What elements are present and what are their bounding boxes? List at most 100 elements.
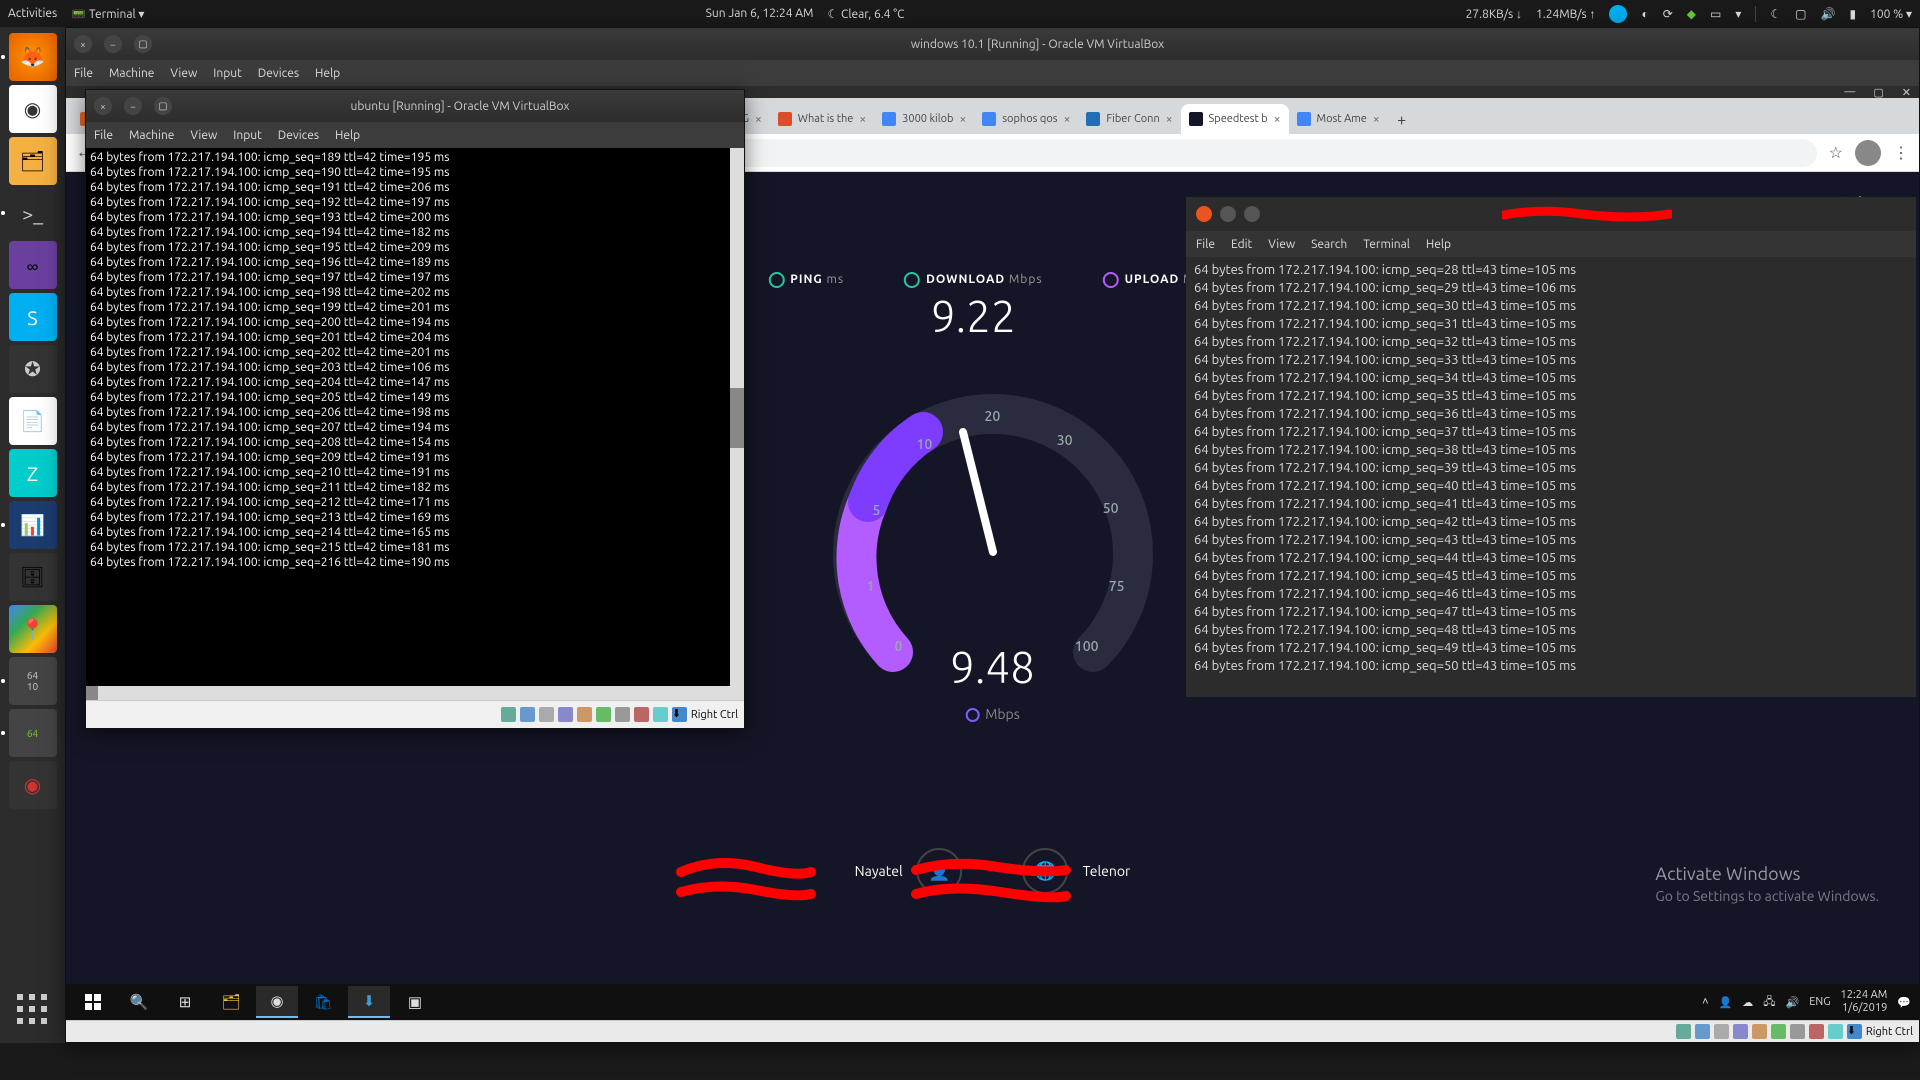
app-menu[interactable]: 📟 Terminal ▾: [71, 7, 144, 21]
menu-edit[interactable]: Edit: [1231, 238, 1252, 251]
chrome-tab[interactable]: What is the×: [770, 104, 874, 134]
tray-sync-icon[interactable]: ⟳: [1663, 7, 1673, 21]
tray-volume-icon[interactable]: 🔊: [1786, 996, 1800, 1009]
gnome-terminal-window[interactable]: File Edit View Search Terminal Help 64 b…: [1186, 197, 1916, 697]
chrome-tab[interactable]: 3000 kilob×: [874, 104, 974, 134]
launcher-files-icon[interactable]: 🗂: [9, 137, 57, 185]
network-icon[interactable]: ▢: [1795, 7, 1806, 21]
menu-file[interactable]: File: [1196, 238, 1215, 251]
task-view-button[interactable]: ⊞: [164, 986, 206, 1018]
menu-machine[interactable]: Machine: [129, 129, 174, 142]
taskbar-clock[interactable]: 12:24 AM1/6/2019: [1841, 989, 1888, 1015]
menu-help[interactable]: Help: [1426, 238, 1451, 251]
start-button[interactable]: [72, 986, 114, 1018]
store-button[interactable]: 🛍: [302, 986, 344, 1018]
vbox-ubuntu-window[interactable]: × − ▢ ubuntu [Running] - Oracle VM Virtu…: [85, 89, 745, 729]
launcher-note-icon[interactable]: 📄: [9, 397, 57, 445]
launcher-record-icon[interactable]: ◉: [9, 761, 57, 809]
qbittorrent-button[interactable]: ⬇: [348, 986, 390, 1018]
chrome-taskbar-button[interactable]: ◉: [256, 986, 298, 1018]
ubuntu-hscrollbar[interactable]: [86, 686, 730, 700]
tray-onedrive-icon[interactable]: ☁: [1742, 996, 1753, 1009]
menu-terminal[interactable]: Terminal: [1363, 238, 1410, 251]
scrollbar-thumb[interactable]: [86, 686, 98, 700]
chrome-tab[interactable]: Fiber Conn×: [1078, 104, 1180, 134]
chrome-tab[interactable]: Speedtest b×: [1181, 104, 1289, 134]
close-button[interactable]: ×: [74, 35, 92, 53]
gnome-terminal-titlebar[interactable]: [1186, 197, 1916, 231]
scrollbar-thumb[interactable]: [730, 388, 744, 448]
launcher-purple-icon[interactable]: ∞: [9, 241, 57, 289]
maximize-button[interactable]: ▢: [134, 35, 152, 53]
tray-network-icon[interactable]: 🖧: [1763, 993, 1775, 1012]
clock[interactable]: Sun Jan 6, 12:24 AM: [706, 7, 814, 20]
maximize-button[interactable]: [1244, 206, 1260, 222]
menu-devices[interactable]: Devices: [278, 129, 319, 142]
chrome-tab[interactable]: sophos qos×: [974, 104, 1078, 134]
tab-close-icon[interactable]: ×: [1274, 113, 1281, 126]
menu-devices[interactable]: Devices: [258, 67, 299, 80]
chrome-menu-icon[interactable]: ⋮: [1893, 143, 1909, 162]
launcher-firefox-icon[interactable]: 🦊: [9, 33, 57, 81]
tray-up-icon[interactable]: ˄: [1702, 996, 1708, 1008]
tray-steam-icon[interactable]: ◐: [1641, 7, 1648, 21]
show-apps-button[interactable]: [8, 985, 56, 1033]
minimize-button[interactable]: −: [124, 97, 142, 115]
close-button[interactable]: [1196, 206, 1212, 222]
minimize-button[interactable]: −: [104, 35, 122, 53]
search-button[interactable]: 🔍: [118, 986, 160, 1018]
cmd-button[interactable]: ▣: [394, 986, 436, 1018]
launcher-stack-icon[interactable]: 🗄: [9, 553, 57, 601]
menu-view[interactable]: View: [1268, 238, 1295, 251]
launcher-skype-icon[interactable]: S: [9, 293, 57, 341]
vbox-ubuntu-titlebar[interactable]: × − ▢ ubuntu [Running] - Oracle VM Virtu…: [86, 90, 744, 122]
launcher-zorin-icon[interactable]: Z: [9, 449, 57, 497]
notifications-icon[interactable]: 💬: [1897, 996, 1911, 1009]
launcher-chrome-icon[interactable]: ◉: [9, 85, 57, 133]
menu-file[interactable]: File: [74, 67, 93, 80]
gnome-terminal-output[interactable]: 64 bytes from 172.217.194.100: icmp_seq=…: [1186, 257, 1916, 697]
menu-view[interactable]: View: [170, 67, 197, 80]
chrome-minimize-button[interactable]: —: [1844, 86, 1855, 98]
ubuntu-vscrollbar[interactable]: [730, 148, 744, 703]
new-tab-button[interactable]: +: [1388, 106, 1416, 134]
tab-close-icon[interactable]: ×: [1166, 113, 1173, 126]
weather[interactable]: ☾ Clear, 6.4 °C: [827, 7, 904, 21]
tab-close-icon[interactable]: ×: [859, 113, 866, 126]
menu-input[interactable]: Input: [213, 67, 242, 80]
activities-button[interactable]: Activities: [8, 7, 57, 20]
menu-search[interactable]: Search: [1311, 238, 1347, 251]
night-icon[interactable]: ☾: [1770, 7, 1781, 21]
launcher-win10-icon[interactable]: 6410: [9, 657, 57, 705]
tab-close-icon[interactable]: ×: [960, 113, 967, 126]
tray-skype-icon[interactable]: [1609, 5, 1627, 23]
launcher-vbox-icon[interactable]: 📊: [9, 501, 57, 549]
menu-view[interactable]: View: [190, 129, 217, 142]
tray-shield-icon[interactable]: ◆: [1687, 7, 1696, 21]
tab-close-icon[interactable]: ×: [1064, 113, 1071, 126]
menu-help[interactable]: Help: [335, 129, 360, 142]
provider-2[interactable]: 🌐 Telenor: [1023, 848, 1131, 894]
volume-icon[interactable]: 🔊: [1821, 7, 1836, 21]
menu-file[interactable]: File: [94, 129, 113, 142]
launcher-terminal-icon[interactable]: >_: [9, 189, 57, 237]
tab-close-icon[interactable]: ×: [1373, 113, 1380, 126]
minimize-button[interactable]: [1220, 206, 1236, 222]
menu-input[interactable]: Input: [233, 129, 262, 142]
tray-lang-icon[interactable]: ENG: [1809, 996, 1830, 1008]
provider-1[interactable]: Nayatel 👤: [855, 848, 963, 894]
vbox-windows-titlebar[interactable]: × − ▢ windows 10.1 [Running] - Oracle VM…: [66, 28, 1919, 60]
launcher-csgo-icon[interactable]: ✪: [9, 345, 57, 393]
tray-people-icon[interactable]: 👤: [1719, 996, 1733, 1009]
tray-clipboard-icon[interactable]: ▭: [1710, 7, 1721, 21]
ubuntu-terminal-output[interactable]: 64 bytes from 172.217.194.100: icmp_seq=…: [86, 148, 744, 703]
launcher-suse-icon[interactable]: 64: [9, 709, 57, 757]
profile-icon[interactable]: [1855, 140, 1881, 166]
maximize-button[interactable]: ▢: [154, 97, 172, 115]
chrome-maximize-button[interactable]: ▢: [1873, 86, 1883, 99]
battery-icon[interactable]: ▮: [1849, 7, 1856, 21]
close-button[interactable]: ×: [94, 97, 112, 115]
bookmark-icon[interactable]: ☆: [1829, 143, 1843, 162]
menu-help[interactable]: Help: [315, 67, 340, 80]
menu-machine[interactable]: Machine: [109, 67, 154, 80]
